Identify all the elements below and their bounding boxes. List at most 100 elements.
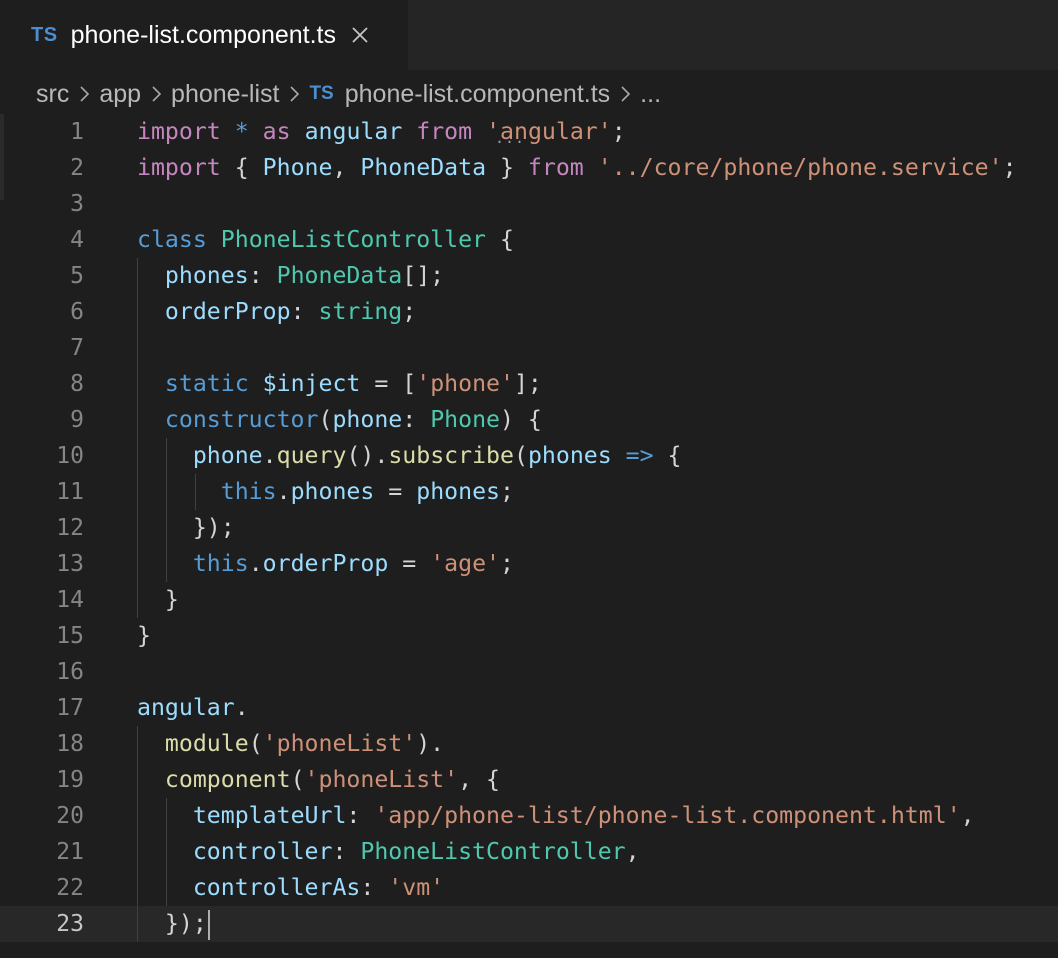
code-token: 'vm'	[388, 874, 445, 901]
line-text: controller: PhoneListController,	[137, 834, 640, 870]
indent-guide	[195, 474, 196, 510]
tab-phone-list-component[interactable]: TS phone-list.component.ts	[0, 0, 408, 70]
code-line[interactable]: 11 this.phones = phones;	[0, 474, 1058, 510]
code-token: 'phoneList'	[262, 730, 417, 757]
code-token: ).	[416, 730, 445, 757]
code-line[interactable]: 7	[0, 330, 1058, 366]
line-text: class PhoneListController {	[137, 222, 514, 258]
indent-guide	[166, 438, 167, 474]
line-number: 4	[70, 227, 84, 253]
breadcrumb-item-phone-list[interactable]: phone-list	[171, 80, 279, 109]
line-number: 13	[56, 551, 84, 577]
indent-guide	[137, 798, 138, 834]
code-token: .	[248, 550, 263, 577]
indent-guide	[137, 294, 138, 330]
code-line[interactable]: 22 controllerAs: 'vm'	[0, 870, 1058, 906]
code-token: .	[262, 442, 277, 469]
code-token: Phone	[430, 406, 500, 433]
close-icon[interactable]	[350, 25, 370, 45]
code-token: controller	[192, 838, 333, 865]
code-token: {	[653, 442, 682, 469]
code-line[interactable]: 20 templateUrl: 'app/phone-list/phone-li…	[0, 798, 1058, 834]
breadcrumb-symbols[interactable]: ...	[640, 80, 661, 109]
line-number: 8	[70, 371, 84, 397]
code-line[interactable]: 23 });	[0, 906, 1058, 942]
code-line[interactable]: 12 });	[0, 510, 1058, 546]
code-token: (	[248, 730, 263, 757]
code-token: .	[276, 478, 291, 505]
code-line[interactable]: 6 orderProp: string;	[0, 294, 1058, 330]
code-token: as	[262, 118, 291, 145]
code-line[interactable]: 9 constructor(phone: Phone) {	[0, 402, 1058, 438]
code-token: 'age'	[430, 550, 500, 577]
line-number: 1	[70, 119, 84, 145]
code-line[interactable]: 16	[0, 654, 1058, 690]
code-line[interactable]: 19 component('phoneList', {	[0, 762, 1058, 798]
line-number: 11	[56, 479, 84, 505]
tab-bar: TS phone-list.component.ts	[0, 0, 1058, 70]
hint-dots[interactable]: ···	[495, 133, 525, 151]
line-text: import { Phone, PhoneData } from '../cor…	[137, 150, 1017, 186]
code-token: :	[346, 802, 375, 829]
code-line[interactable]: 8 static $inject = ['phone'];	[0, 366, 1058, 402]
code-line[interactable]: 17 angular.	[0, 690, 1058, 726]
line-text: constructor(phone: Phone) {	[137, 402, 542, 438]
code-line[interactable]: 13 this.orderProp = 'age';	[0, 546, 1058, 582]
code-area[interactable]: 1 import * as angular from 'angular'; 2 imp…	[0, 114, 1058, 942]
line-text: this.phones = phones;	[137, 474, 514, 510]
code-token: query	[276, 442, 347, 469]
code-line[interactable]: 3	[0, 186, 1058, 222]
code-token: PhoneData	[276, 262, 403, 289]
code-token: ,	[625, 838, 640, 865]
breadcrumb-item-app[interactable]: app	[99, 80, 141, 109]
code-token: class	[137, 226, 207, 253]
code-line[interactable]: 4 class PhoneListController {	[0, 222, 1058, 258]
code-token: orderProp	[164, 298, 291, 325]
line-number: 22	[56, 875, 84, 901]
line-number: 12	[56, 515, 84, 541]
code-line[interactable]: 18 module('phoneList').	[0, 726, 1058, 762]
indent-guide	[137, 258, 138, 294]
text-cursor	[207, 909, 210, 940]
code-token: =	[374, 478, 417, 505]
code-line[interactable]: 5 phones: PhoneData[];	[0, 258, 1058, 294]
code-token: orderProp	[262, 550, 389, 577]
indent-guide	[137, 510, 138, 546]
breadcrumb-item-file[interactable]: phone-list.component.ts	[345, 80, 610, 109]
code-token: component	[164, 766, 291, 793]
code-token: ;	[500, 478, 514, 505]
indent-guide	[166, 798, 167, 834]
code-token: :	[402, 406, 431, 433]
typescript-file-icon: TS	[31, 23, 58, 46]
code-token: :	[290, 298, 319, 325]
line-number: 17	[56, 695, 84, 721]
indent-guide	[166, 510, 167, 546]
code-token: ().	[346, 442, 389, 469]
code-line[interactable]: 15}	[0, 618, 1058, 654]
code-line[interactable]: 2 import { Phone, PhoneData } from '../co…	[0, 150, 1058, 186]
indent-guide	[137, 906, 138, 942]
code-token: ];	[513, 370, 542, 397]
indent-guide	[166, 546, 167, 582]
code-token: this	[220, 478, 277, 505]
code-editor[interactable]: TS phone-list.component.ts src app phone…	[0, 0, 1058, 958]
code-token: module	[164, 730, 249, 757]
code-line[interactable]: 21 controller: PhoneListController,	[0, 834, 1058, 870]
code-line[interactable]: 10 phone.query().subscribe(phones => {	[0, 438, 1058, 474]
code-line[interactable]: 14 }	[0, 582, 1058, 618]
code-token: {	[486, 226, 514, 253]
indent-guide	[137, 834, 138, 870]
code-token: phone	[332, 406, 403, 433]
indent-guide	[137, 366, 138, 402]
code-token: , {	[458, 766, 500, 793]
code-token: angular	[304, 118, 403, 145]
code-line[interactable]: 1 import * as angular from 'angular';	[0, 114, 1058, 150]
line-text: });	[137, 906, 210, 942]
breadcrumb-item-src[interactable]: src	[36, 80, 69, 109]
